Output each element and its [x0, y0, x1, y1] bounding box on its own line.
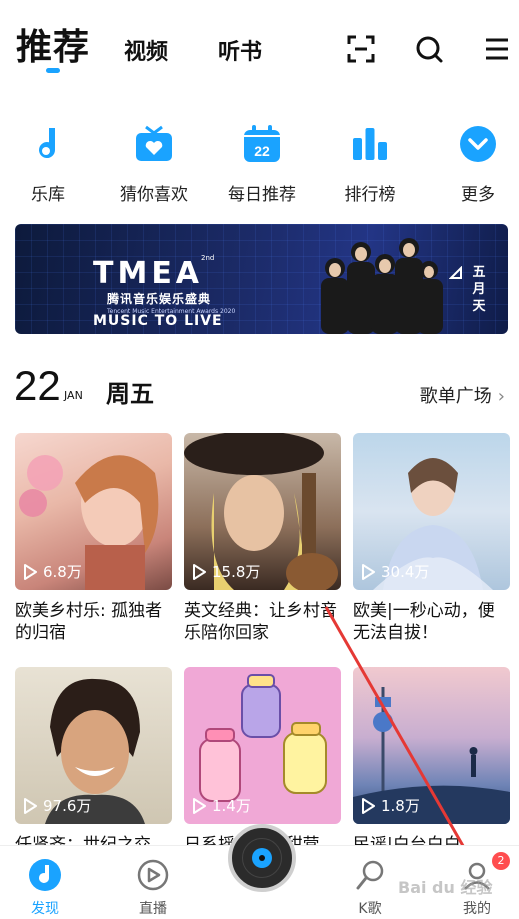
playlist-title: 英文经典：让乡村音乐陪你回家 — [184, 601, 337, 643]
play-count: 97.6万 — [23, 795, 91, 816]
playlist-card[interactable]: 15.8万 英文经典：让乡村音乐陪你回家 — [184, 433, 341, 644]
tab-video[interactable]: 视频 — [124, 34, 168, 66]
play-count-text: 15.8万 — [212, 563, 261, 581]
radio-heart-icon — [136, 125, 172, 161]
playlist-square-link[interactable]: 歌单广场 › — [420, 382, 505, 408]
now-playing-disc[interactable] — [228, 824, 296, 892]
entry-guess-you-like[interactable]: 猜你喜欢 — [114, 124, 194, 205]
top-navigation: 推荐 视频 听书 — [0, 0, 519, 90]
play-count: 30.4万 — [361, 561, 429, 582]
play-count-text: 6.8万 — [43, 563, 82, 581]
playlist-cover: 15.8万 — [184, 433, 341, 590]
tab-discover[interactable]: 发现 — [15, 858, 75, 918]
tab-audiobook[interactable]: 听书 — [218, 34, 262, 66]
playlist-cover: 30.4万 — [353, 433, 510, 590]
entry-label: 每日推荐 — [228, 185, 296, 205]
tab-label: 我的 — [463, 901, 491, 917]
play-icon — [193, 563, 206, 580]
discover-icon — [29, 859, 61, 891]
entry-daily-recommend[interactable]: 22 每日推荐 — [222, 124, 302, 205]
banner-slogan: MUSIC TO LIVE — [93, 313, 223, 329]
play-count: 1.8万 — [361, 795, 420, 816]
playlist-cover: 97.6万 — [15, 667, 172, 824]
playlist-card[interactable]: 30.4万 欧美|一秒心动，便无法自拔！ — [353, 433, 510, 644]
play-count: 6.8万 — [23, 561, 82, 582]
entry-more[interactable]: 更多 — [438, 124, 518, 205]
play-count-text: 1.8万 — [381, 797, 420, 815]
search-icon[interactable] — [414, 34, 444, 64]
playlist-square-label: 歌单广场 — [419, 386, 492, 407]
entry-label: 更多 — [461, 185, 495, 205]
tab-label: K歌 — [358, 901, 382, 917]
entry-charts[interactable]: 排行榜 — [330, 124, 410, 205]
entry-label: 猜你喜欢 — [120, 185, 188, 205]
play-icon — [193, 797, 206, 814]
play-icon — [24, 797, 37, 814]
scan-icon[interactable] — [346, 34, 376, 64]
live-play-icon — [137, 859, 169, 891]
playlist-cover: 1.8万 — [353, 667, 510, 824]
play-icon — [362, 797, 375, 814]
tab-karaoke[interactable]: K歌 — [340, 858, 400, 918]
play-count-text: 30.4万 — [381, 563, 430, 581]
notification-badge: 2 — [492, 852, 510, 870]
active-tab-indicator — [46, 68, 60, 73]
banner-logo: TMEA — [93, 256, 204, 291]
playlist-cover: 1.4万 — [184, 667, 341, 824]
entry-label: 排行榜 — [344, 185, 396, 205]
tab-label: 直播 — [139, 901, 167, 917]
date-day: 22 — [14, 362, 61, 409]
playlist-title: 欧美|一秒心动，便无法自拔！ — [353, 601, 495, 643]
entry-music-library[interactable]: 乐库 — [8, 124, 88, 205]
banner-title: 腾讯音乐娱乐盛典 — [107, 292, 212, 306]
entry-label: 乐库 — [31, 185, 65, 205]
chevron-down-icon — [460, 126, 496, 162]
calendar-icon: 22 — [244, 125, 280, 162]
play-icon — [24, 563, 37, 580]
banner-edition: 2nd — [201, 254, 215, 262]
music-note-icon — [39, 128, 56, 159]
play-count: 1.4万 — [192, 795, 251, 816]
karaoke-mic-icon — [356, 860, 384, 890]
promo-banner[interactable]: TMEA 2nd 腾讯音乐娱乐盛典 Tencent Music Entertai… — [15, 224, 508, 334]
playlist-title: 欧美乡村乐: 孤独者的归宿 — [15, 601, 163, 643]
calendar-day-text: 22 — [254, 143, 270, 159]
play-count-text: 1.4万 — [212, 797, 251, 815]
menu-icon[interactable] — [482, 34, 512, 64]
banner-band-name: 五月天 — [472, 265, 486, 314]
tab-label: 发现 — [31, 901, 59, 917]
banner-triangle-icon — [449, 266, 462, 279]
playlist-card[interactable]: 6.8万 欧美乡村乐: 孤独者的归宿 — [15, 433, 172, 644]
date-month: JAN — [64, 389, 83, 402]
date-weekday: 周五 — [106, 380, 154, 408]
disc-hole — [259, 855, 265, 861]
tab-recommend[interactable]: 推荐 — [16, 18, 90, 70]
band-photo — [321, 238, 443, 334]
play-count-text: 97.6万 — [43, 797, 92, 815]
play-count: 15.8万 — [192, 561, 260, 582]
watermark: Bai du 经验 — [398, 878, 493, 897]
chevron-right-icon: › — [497, 386, 505, 407]
play-icon — [362, 563, 375, 580]
bar-chart-icon — [353, 128, 387, 160]
tab-live[interactable]: 直播 — [123, 858, 183, 918]
playlist-cover: 6.8万 — [15, 433, 172, 590]
